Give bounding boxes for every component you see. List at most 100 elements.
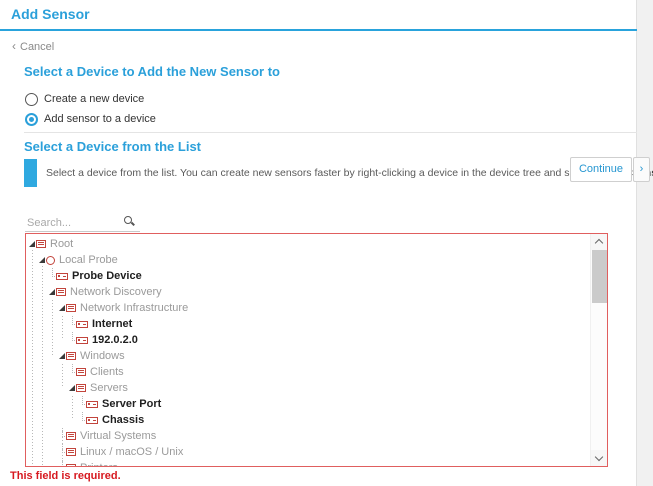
cancel-link[interactable]: ‹ Cancel [12,39,54,53]
tree-item-label: Servers [90,382,128,394]
tree-scrollbar[interactable] [590,234,607,466]
tree-connector [58,428,67,444]
section-heading-device-target: Select a Device to Add the New Sensor to [24,64,280,79]
tree-item-label: Chassis [102,414,145,426]
tree-connector [78,396,87,412]
tree-item-label: Root [50,238,74,250]
add-sensor-page: Add Sensor ‹ Cancel Select a Device to Ad… [0,0,653,486]
tree-item[interactable]: Virtual Systems [26,428,590,444]
chevron-left-icon: ‹ [12,39,16,53]
tree-item-label: Network Infrastructure [80,302,189,314]
tree-connector [68,364,77,380]
tree-item-label: Local Probe [59,254,118,266]
tree-item-label: Internet [92,318,133,330]
tree-item-label: Clients [90,366,124,378]
tree-item[interactable]: Internet [26,316,590,332]
tree-item[interactable]: 192.0.2.0 [26,332,590,348]
radio-label: Create a new device [44,93,145,105]
device-search [25,213,140,232]
tree-expander[interactable] [58,348,66,364]
expanded-triangle-icon [39,257,45,263]
chevron-right-icon: › [639,163,644,175]
tree-item[interactable]: Linux / macOS / Unix [26,444,590,460]
section-divider [24,132,637,133]
group-icon [66,304,76,312]
group-icon [76,384,86,392]
group-icon [66,448,76,456]
chevron-down-icon [594,452,604,462]
info-text-pre: Select a device from the list. You can c… [46,167,609,179]
info-text: Select a device from the list. You can c… [46,159,653,187]
group-icon [76,368,86,376]
tree-item[interactable]: Network Infrastructure [26,300,590,316]
device-icon [56,272,68,280]
tree-expander[interactable] [58,300,66,316]
tree-expander[interactable] [48,284,56,300]
tree-item[interactable]: Network Discovery [26,284,590,300]
device-icon [86,400,98,408]
tree-expander[interactable] [28,236,36,252]
tree-item[interactable]: Server Port [26,396,590,412]
radio-option[interactable]: Create a new device [25,90,156,108]
tree-connector [48,268,57,284]
tree-item-list: Root Local Probe Probe Device Network Disco… [26,236,590,466]
tree-item-label: Server Port [102,398,162,410]
page-title: Add Sensor [11,6,90,22]
search-icon[interactable] [124,216,132,224]
tree-item[interactable]: Windows [26,348,590,364]
expanded-triangle-icon [59,305,65,311]
tree-connector [68,316,77,332]
radio-label: Add sensor to a device [44,113,156,125]
tree-item[interactable]: Local Probe [26,252,590,268]
tree-connector [78,412,87,428]
tree-item-label: Windows [80,350,125,362]
continue-button[interactable]: Continue [570,157,632,182]
tree-item[interactable]: Chassis [26,412,590,428]
tree-item[interactable]: Servers [26,380,590,396]
device-icon [76,320,88,328]
tree-connector [68,332,77,348]
tree-item-label: Printers [80,462,118,466]
tree-item-label: Probe Device [72,270,142,282]
page-right-gutter [636,0,653,486]
tree-item-label: Network Discovery [70,286,162,298]
tree-item[interactable]: Clients [26,364,590,380]
group-icon [36,240,46,248]
expanded-triangle-icon [59,353,65,359]
device-icon [76,336,88,344]
group-icon [56,288,66,296]
device-tree: Root Local Probe Probe Device Network Disco… [25,233,608,467]
cancel-label: Cancel [20,41,55,53]
group-icon [66,352,76,360]
radio-button[interactable] [25,112,38,126]
chevron-up-icon [594,238,604,248]
next-chevron-button[interactable]: › [633,157,650,182]
expanded-triangle-icon [29,241,35,247]
tree-connector [58,460,66,466]
device-target-radio-group: Create a new device Add sensor to a devic… [25,90,156,130]
expanded-triangle-icon [49,289,55,295]
tree-item-label: Virtual Systems [80,430,157,442]
tree-item[interactable]: Printers [26,460,590,466]
probe-icon [46,255,55,265]
radio-option[interactable]: Add sensor to a device [25,110,156,128]
tree-connector [58,444,67,460]
info-accent-bar [24,159,37,187]
tree-item-label: Linux / macOS / Unix [80,446,184,458]
tree-expander[interactable] [68,380,76,396]
scroll-down-button[interactable] [591,450,607,466]
radio-button[interactable] [25,92,38,106]
title-divider [0,29,637,31]
tree-item[interactable]: Probe Device [26,268,590,284]
group-icon [66,432,76,440]
expanded-triangle-icon [69,385,75,391]
tree-item-label: 192.0.2.0 [92,334,138,346]
tree-item[interactable]: Root [26,236,590,252]
scrollbar-thumb[interactable] [592,250,607,303]
device-icon [86,416,98,424]
section-heading-device-list: Select a Device from the List [24,139,202,154]
tree-expander[interactable] [38,252,46,268]
required-field-error: This field is required. [10,470,121,482]
scroll-up-button[interactable] [591,234,607,250]
search-input[interactable] [25,214,121,232]
